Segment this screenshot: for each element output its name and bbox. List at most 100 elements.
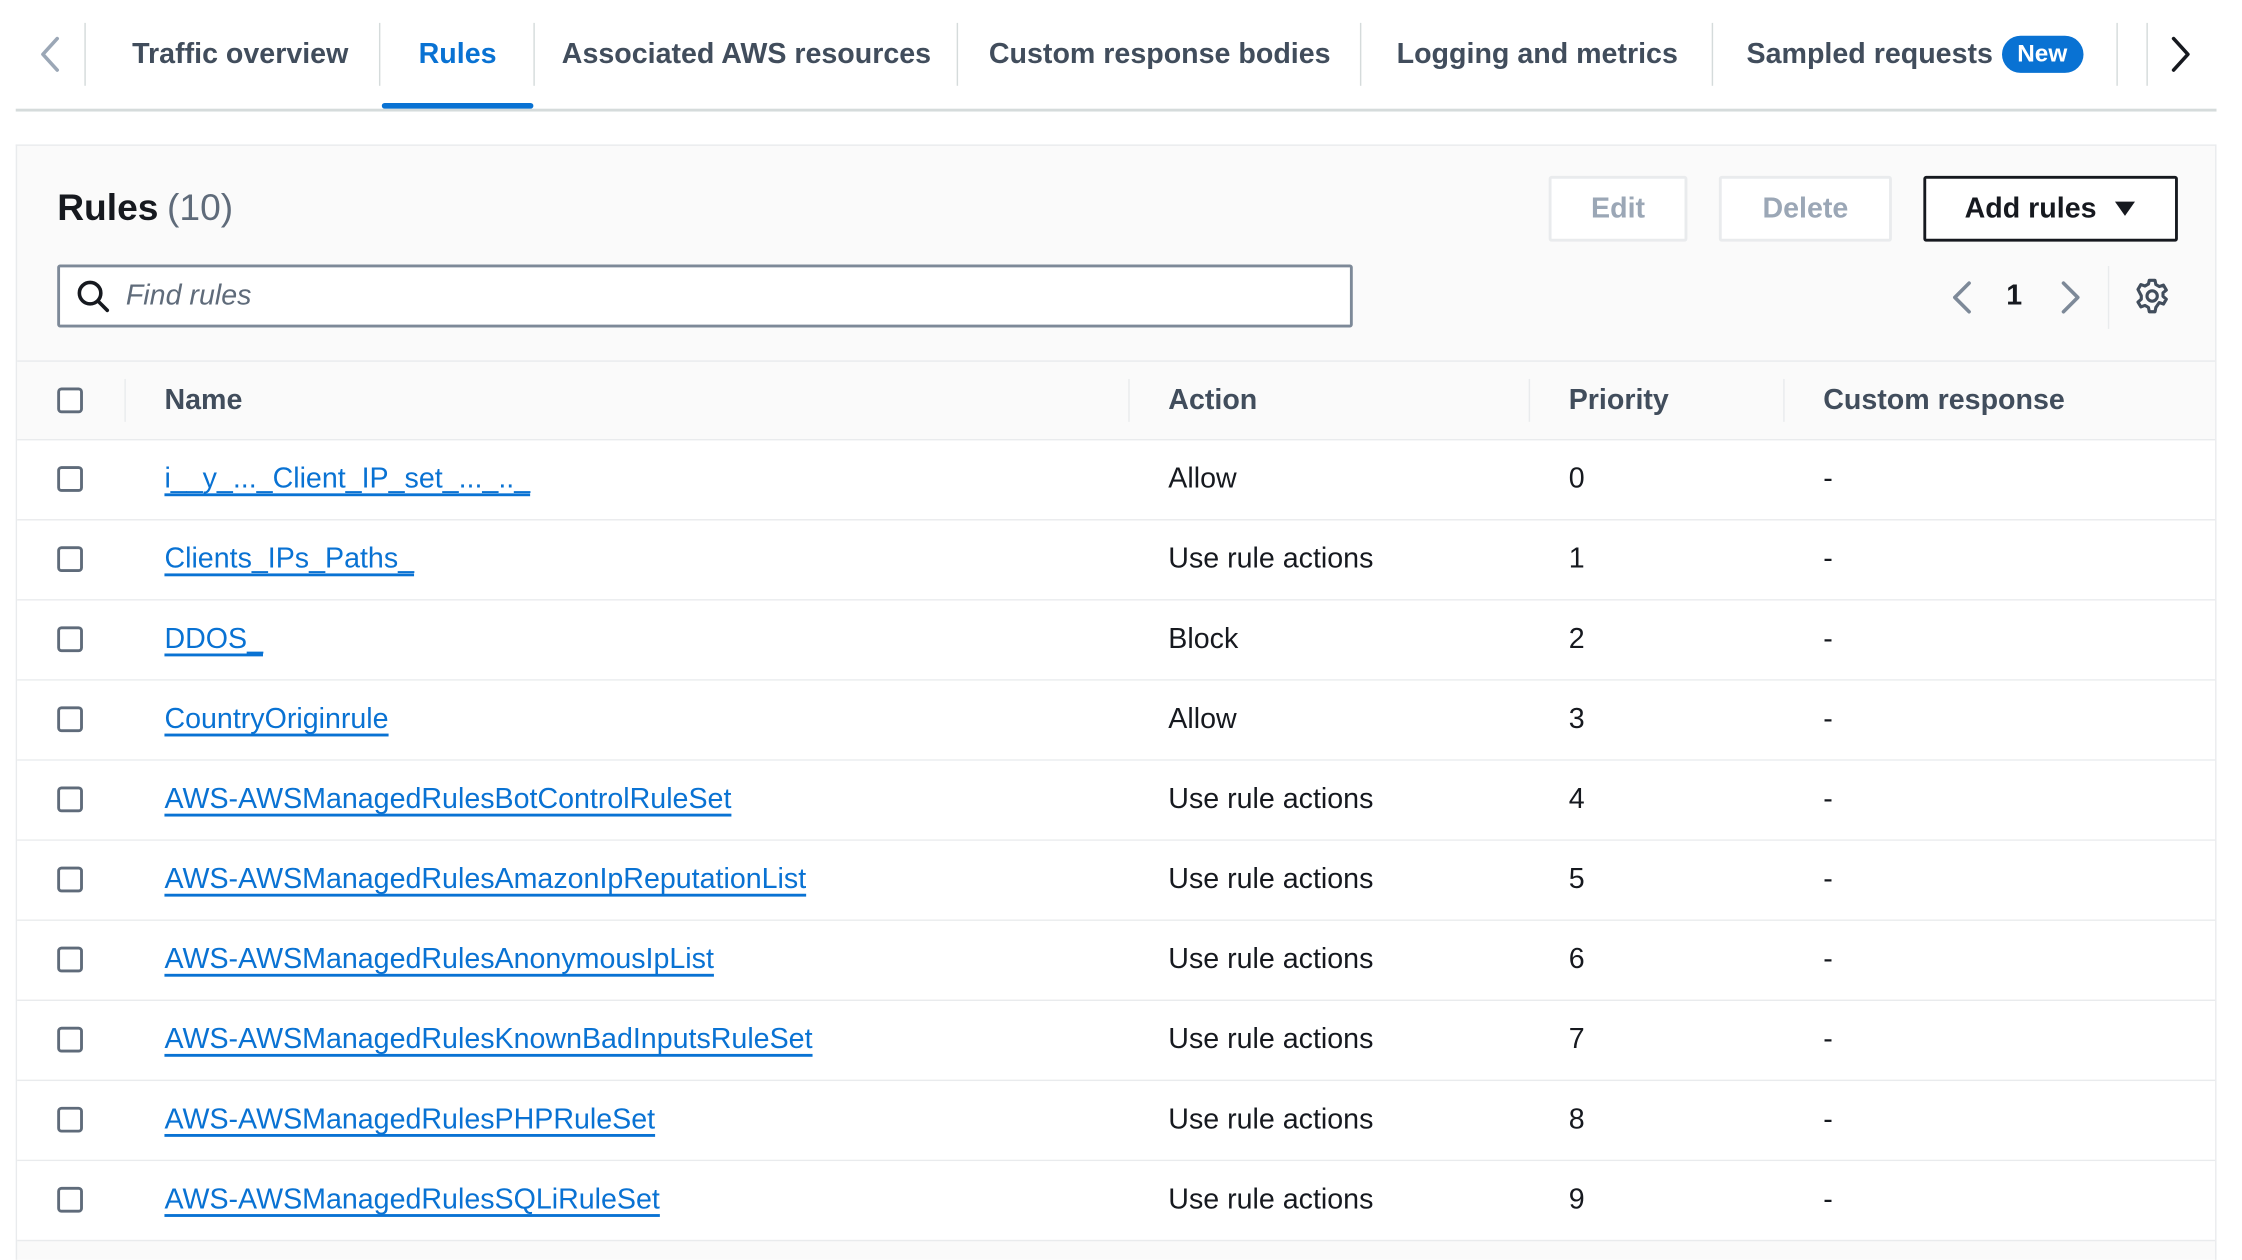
row-checkbox[interactable] [57, 866, 83, 893]
rule-action: Use rule actions [1168, 543, 1374, 575]
panel-title: Rules (10) [57, 186, 233, 230]
row-checkbox[interactable] [57, 1026, 83, 1053]
rule-action: Use rule actions [1168, 1184, 1374, 1216]
tab-label: Rules [418, 37, 497, 70]
column-separator [124, 378, 126, 422]
rules-page: Traffic overview Rules Associated AWS re… [0, 0, 2242, 1260]
rule-custom-response: - [1823, 943, 1833, 976]
rule-custom-response: - [1823, 623, 1833, 655]
tab-label: Sampled requests [1746, 37, 1993, 70]
gear-icon[interactable] [2134, 277, 2171, 314]
rule-action: Use rule actions [1168, 1023, 1374, 1056]
table-row: AWS-AWSManagedRulesPHPRuleSet Use rule a… [17, 1081, 2216, 1162]
tab-rules[interactable]: Rules [382, 23, 534, 86]
rule-action: Use rule actions [1168, 1103, 1374, 1136]
row-checkbox[interactable] [57, 946, 83, 973]
tab-label: Custom response bodies [988, 37, 1331, 70]
rule-name-link[interactable]: DDOS_ [164, 623, 263, 656]
tab-associated-aws-resources[interactable]: Associated AWS resources [536, 23, 956, 86]
tab-label: Associated AWS resources [561, 37, 932, 70]
table-row: DDOS_ Block 2 - [17, 600, 2216, 681]
tab-separator [2146, 22, 2148, 86]
row-checkbox[interactable] [57, 786, 83, 813]
rule-name-link[interactable]: AWS-AWSManagedRulesSQLiRuleSet [164, 1184, 659, 1217]
add-rules-button[interactable]: Add rules [1923, 175, 2178, 242]
rule-name-link[interactable]: Clients_IPs_Paths_ [164, 543, 414, 576]
tab-scroll-right-button[interactable] [2152, 26, 2209, 83]
edit-button-label: Edit [1591, 192, 1646, 224]
column-separator [1128, 378, 1130, 422]
rules-panel: Rules(10) Edit Delete Add rules 1 Name [15, 144, 2217, 1260]
edit-button[interactable]: Edit [1548, 175, 1688, 242]
chevron-right-icon [2171, 36, 2190, 72]
table-row: Clients_IPs_Paths_ Use rule actions 1 - [17, 520, 2216, 601]
table-row: AWS-AWSManagedRulesSQLiRuleSet Use rule … [17, 1161, 2216, 1242]
tab-separator [1359, 22, 1362, 86]
table-row: AWS-AWSManagedRulesAmazonIpReputationLis… [17, 840, 2216, 921]
page-number[interactable]: 1 [2006, 280, 2022, 313]
rule-priority: 9 [1568, 1184, 1585, 1216]
tab-logging-and-metrics[interactable]: Logging and metrics [1363, 23, 1712, 86]
tab-traffic-overview[interactable]: Traffic overview [102, 23, 379, 86]
rule-priority: 3 [1568, 703, 1585, 736]
table-header: Name Action Priority Custom response [17, 360, 2216, 441]
rule-name-link[interactable]: CountryOriginrule [164, 704, 388, 737]
table-body: i__y_..._Client_IP_set_..._.._ Allow 0 -… [17, 440, 2216, 1242]
rule-name-link[interactable]: AWS-AWSManagedRulesBotControlRuleSet [164, 784, 731, 817]
tab-separator [956, 22, 959, 86]
rule-action: Allow [1168, 703, 1237, 736]
column-separator [1528, 378, 1531, 422]
rule-name-link[interactable]: AWS-AWSManagedRulesPHPRuleSet [164, 1104, 655, 1137]
delete-button-label: Delete [1762, 192, 1849, 224]
row-checkbox[interactable] [57, 546, 83, 572]
column-header-priority[interactable]: Priority [1569, 385, 1669, 418]
table-row: AWS-AWSManagedRulesAnonymousIpList Use r… [17, 920, 2216, 1001]
rule-priority: 4 [1568, 783, 1585, 816]
rule-action: Use rule actions [1168, 943, 1374, 976]
search-icon [77, 280, 110, 313]
rule-priority: 0 [1568, 463, 1585, 495]
rule-name-link[interactable]: i__y_..._Client_IP_set_..._.._ [164, 463, 530, 496]
rule-custom-response: - [1823, 543, 1833, 575]
rule-priority: 5 [1568, 863, 1585, 896]
tab-label: Logging and metrics [1396, 37, 1678, 70]
delete-button[interactable]: Delete [1718, 175, 1892, 242]
panel-title-text: Rules [57, 185, 159, 229]
table-row: AWS-AWSManagedRulesKnownBadInputsRuleSet… [17, 1000, 2216, 1082]
rule-action: Use rule actions [1168, 863, 1374, 896]
tab-sampled-requests[interactable]: Sampled requests New [1715, 23, 2115, 86]
row-checkbox[interactable] [57, 1106, 83, 1133]
row-checkbox[interactable] [57, 626, 83, 653]
tab-separator [533, 22, 535, 86]
select-all-checkbox[interactable] [57, 387, 83, 414]
row-checkbox[interactable] [57, 706, 83, 733]
rule-priority: 2 [1568, 623, 1585, 655]
rule-action: Allow [1168, 463, 1237, 495]
row-checkbox[interactable] [57, 1186, 83, 1213]
pagination-separator [2107, 265, 2110, 329]
rule-custom-response: - [1823, 703, 1833, 736]
tab-separator [378, 22, 381, 86]
tab-scroll-left-button[interactable] [21, 26, 78, 83]
rules-count: (10) [167, 185, 234, 229]
table-row: CountryOriginrule Allow 3 - [17, 680, 2216, 761]
rule-name-link[interactable]: AWS-AWSManagedRulesKnownBadInputsRuleSet [164, 1024, 812, 1057]
rule-custom-response: - [1823, 783, 1833, 816]
page-next-button[interactable] [2056, 279, 2085, 316]
search-input[interactable] [122, 278, 1302, 314]
tab-separator [84, 22, 86, 86]
rule-name-link[interactable]: AWS-AWSManagedRulesAmazonIpReputationLis… [164, 864, 806, 897]
tab-custom-response-bodies[interactable]: Custom response bodies [960, 23, 1360, 86]
rule-action: Block [1168, 623, 1239, 655]
tab-separator [2116, 22, 2118, 86]
row-checkbox[interactable] [57, 466, 83, 492]
rule-custom-response: - [1823, 1023, 1833, 1056]
page-prev-button[interactable] [1948, 279, 1977, 316]
column-header-custom-response[interactable]: Custom response [1823, 385, 2065, 418]
rule-custom-response: - [1823, 463, 1833, 495]
column-header-name[interactable]: Name [164, 385, 242, 418]
tab-separator [1711, 22, 1714, 86]
tab-bar: Traffic overview Rules Associated AWS re… [15, 0, 2217, 112]
rule-name-link[interactable]: AWS-AWSManagedRulesAnonymousIpList [164, 944, 713, 977]
column-header-action[interactable]: Action [1168, 385, 1257, 418]
